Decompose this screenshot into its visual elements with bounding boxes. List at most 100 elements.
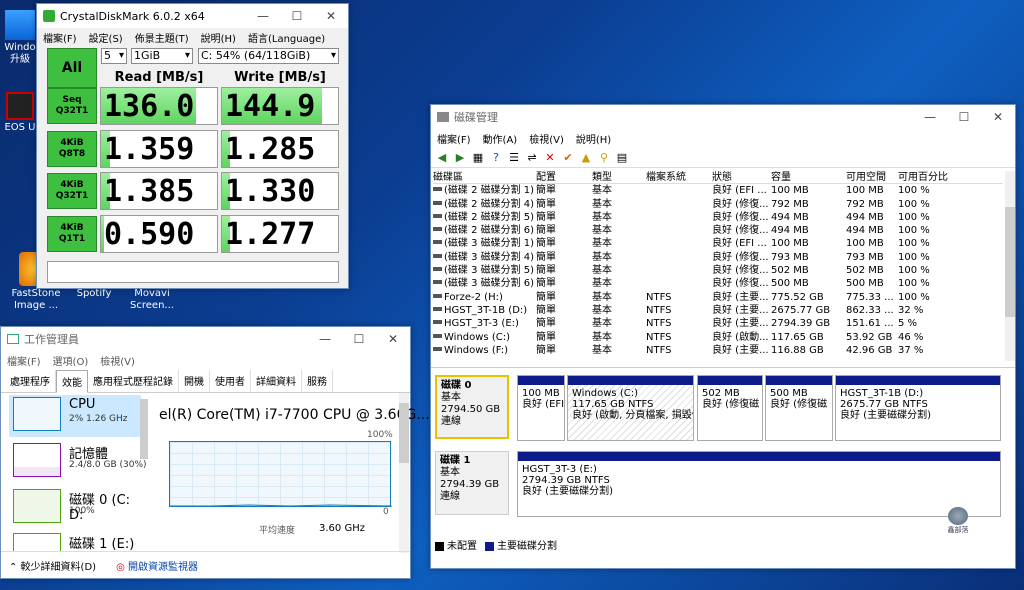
perf-item-disk1[interactable]: 磁碟 1 (E:) (9, 531, 141, 551)
column-header[interactable]: 可用空間 (846, 171, 898, 183)
minimize-button[interactable]: — (913, 110, 947, 124)
column-header[interactable]: 狀態 (712, 171, 771, 183)
partition-windows-c[interactable]: Windows (C:) 117.65 GB NTFS 良好 (啟動, 分頁檔案, … (567, 375, 694, 441)
menu-bar: 檔案(F) 設定(S) 佈景主題(T) 說明(H) 語言(Language) (37, 28, 348, 47)
connect-icon[interactable]: ⇌ (525, 151, 539, 165)
table-row[interactable]: (磁碟 2 磁碟分割 4) 簡單 基本 良好 (修復... 792 MB 792 MB 10… (433, 198, 1003, 211)
table-row[interactable]: (磁碟 3 磁碟分割 1) 簡單 基本 良好 (EFI ... 100 MB 100 MB… (433, 237, 1003, 250)
console-icon[interactable]: ▦ (471, 151, 485, 165)
resource-monitor-link[interactable]: ◎ 開啟資源監視器 (116, 558, 198, 573)
column-header[interactable]: 檔案系統 (646, 171, 712, 183)
table-scrollbar[interactable] (1005, 171, 1015, 361)
partition[interactable]: 500 MB 良好 (修復磁 (765, 375, 833, 441)
dm-titlebar[interactable]: 磁碟管理 — ☐ ✕ (431, 105, 1015, 129)
menu-theme[interactable]: 佈景主題(T) (135, 30, 189, 45)
perf-item-disk0[interactable]: 磁碟 0 (C: D: 100% (9, 487, 141, 529)
tab-details[interactable]: 詳細資料 (251, 370, 302, 392)
check-icon[interactable]: ✔ (561, 151, 575, 165)
close-button[interactable]: ✕ (981, 110, 1015, 124)
size-select[interactable]: 1GiB (131, 48, 193, 64)
test-button[interactable]: 4KiB Q8T8 (47, 131, 97, 167)
cdm-titlebar[interactable]: CrystalDiskMark 6.0.2 x64 — ☐ ✕ (37, 4, 348, 28)
partition[interactable]: 100 MB 良好 (EFI (517, 375, 565, 441)
table-row[interactable]: (磁碟 3 磁碟分割 5) 簡單 基本 良好 (修復... 502 MB 502 MB 10… (433, 264, 1003, 277)
table-cell: HGST_3T-1B (D:) (433, 304, 536, 317)
menu-file[interactable]: 檔案(F) (7, 353, 41, 368)
search-icon[interactable]: ⚲ (597, 151, 611, 165)
properties-icon[interactable]: ▤ (615, 151, 629, 165)
maximize-button[interactable]: ☐ (280, 9, 314, 23)
table-row[interactable]: (磁碟 3 磁碟分割 6) 簡單 基本 良好 (修復... 500 MB 500 MB 10… (433, 277, 1003, 290)
forward-icon[interactable]: ▶ (453, 151, 467, 165)
menu-file[interactable]: 檔案(F) (43, 30, 77, 45)
fewer-details-link[interactable]: ⌃ 較少詳細資料(D) (9, 558, 96, 573)
minimize-button[interactable]: — (308, 332, 342, 346)
table-row[interactable]: Windows (F:) 簡單 基本 NTFS 良好 (主要... 116.88 GB 42… (433, 344, 1003, 357)
test-button[interactable]: 4KiB Q32T1 (47, 173, 97, 209)
menu-file[interactable]: 檔案(F) (437, 131, 471, 146)
menu-options[interactable]: 選項(O) (53, 353, 89, 368)
tab-services[interactable]: 服務 (302, 370, 333, 392)
menu-action[interactable]: 動作(A) (483, 131, 518, 146)
perf-item-cpu[interactable]: CPU 2% 1.26 GHz (9, 395, 141, 437)
volume-icon (433, 333, 442, 338)
table-row[interactable]: (磁碟 3 磁碟分割 4) 簡單 基本 良好 (修復... 793 MB 793 MB 10… (433, 251, 1003, 264)
test-button[interactable]: Seq Q32T1 (47, 88, 97, 124)
menu-help[interactable]: 說明(H) (576, 131, 611, 146)
partition[interactable]: 502 MB 良好 (修復磁 (697, 375, 763, 441)
drive-select[interactable]: C: 54% (64/118GiB) (198, 48, 339, 64)
tab-performance[interactable]: 效能 (56, 370, 88, 393)
all-button[interactable]: All (47, 48, 97, 88)
column-header[interactable]: 容量 (771, 171, 846, 183)
close-button[interactable]: ✕ (376, 332, 410, 346)
menu-view[interactable]: 檢視(V) (100, 353, 135, 368)
table-row[interactable]: Windows (C:) 簡單 基本 NTFS 良好 (啟動... 117.65 GB 53… (433, 331, 1003, 344)
table-cell: 基本 (592, 304, 612, 316)
partition-hgst-d[interactable]: HGST_3T-1B (D:) 2675.77 GB NTFS 良好 (主要磁碟分割… (835, 375, 1001, 441)
maximize-button[interactable]: ☐ (342, 332, 376, 346)
tab-processes[interactable]: 處理程序 (5, 370, 56, 392)
menu-settings[interactable]: 設定(S) (89, 30, 123, 45)
list-icon[interactable]: ☰ (507, 151, 521, 165)
desktop-icon-eos[interactable]: EOS U (0, 92, 40, 134)
disk-1-label[interactable]: 磁碟 1 基本 2794.39 GB 連線 (435, 451, 509, 515)
table-row[interactable]: (磁碟 2 磁碟分割 5) 簡單 基本 良好 (修復... 494 MB 494 MB 10… (433, 211, 1003, 224)
menu-help[interactable]: 說明(H) (201, 30, 236, 45)
graph-max-label: 100% (367, 430, 393, 440)
partition-hgst-e[interactable]: HGST_3T-3 (E:) 2794.39 GB NTFS 良好 (主要磁碟分割) (517, 451, 1001, 517)
main-scrollbar[interactable] (399, 393, 409, 553)
menu-view[interactable]: 檢視(V) (529, 131, 564, 146)
table-row[interactable]: HGST_3T-3 (E:) 簡單 基本 NTFS 良好 (主要... 2794.39 G… (433, 317, 1003, 330)
desktop-icon-windows-upgrade[interactable]: Windo 升級 (0, 10, 40, 66)
test-button[interactable]: 4KiB Q1T1 (47, 216, 97, 252)
column-header[interactable]: 類型 (592, 171, 646, 183)
folder-up-icon[interactable]: ▲ (579, 151, 593, 165)
tab-users[interactable]: 使用者 (210, 370, 251, 392)
count-select[interactable]: 5 (101, 48, 127, 64)
help-icon[interactable]: ? (489, 151, 503, 165)
tab-startup[interactable]: 開機 (179, 370, 210, 392)
maximize-button[interactable]: ☐ (947, 110, 981, 124)
table-row[interactable]: (磁碟 2 磁碟分割 1) 簡單 基本 良好 (EFI ... 100 MB 100 MB… (433, 184, 1003, 197)
menu-language[interactable]: 語言(Language) (248, 30, 325, 45)
table-cell: 775.52 GB (771, 291, 824, 303)
minimize-button[interactable]: — (246, 9, 280, 23)
perf-item-memory[interactable]: 記憶體 2.4/8.0 GB (30%) (9, 441, 147, 483)
column-header[interactable]: 磁碟區 (433, 171, 536, 183)
table-cell: 100 % (898, 211, 930, 223)
tm-titlebar[interactable]: 工作管理員 — ☐ ✕ (1, 327, 410, 351)
table-row[interactable]: HGST_3T-1B (D:) 簡單 基本 NTFS 良好 (主要... 2675.77 … (433, 304, 1003, 317)
volume-icon (433, 280, 442, 285)
sidebar-scrollbar[interactable] (140, 399, 148, 459)
close-button[interactable]: ✕ (314, 9, 348, 23)
disk-0-label[interactable]: 磁碟 0 基本 2794.50 GB 連線 (435, 375, 509, 439)
table-row[interactable]: (磁碟 2 磁碟分割 6) 簡單 基本 良好 (修復... 494 MB 494 MB 10… (433, 224, 1003, 237)
column-header[interactable]: 可用百分比 (898, 171, 968, 183)
column-header[interactable]: 配置 (536, 171, 592, 183)
comment-field[interactable] (47, 261, 339, 283)
desktop-icon-label: FastStone Image ... (11, 288, 61, 311)
delete-icon[interactable]: ✕ (543, 151, 557, 165)
table-row[interactable]: Forze-2 (H:) 簡單 基本 NTFS 良好 (主要... 775.52 GB 77… (433, 291, 1003, 304)
tab-app-history[interactable]: 應用程式歷程記錄 (88, 370, 179, 392)
back-icon[interactable]: ◀ (435, 151, 449, 165)
